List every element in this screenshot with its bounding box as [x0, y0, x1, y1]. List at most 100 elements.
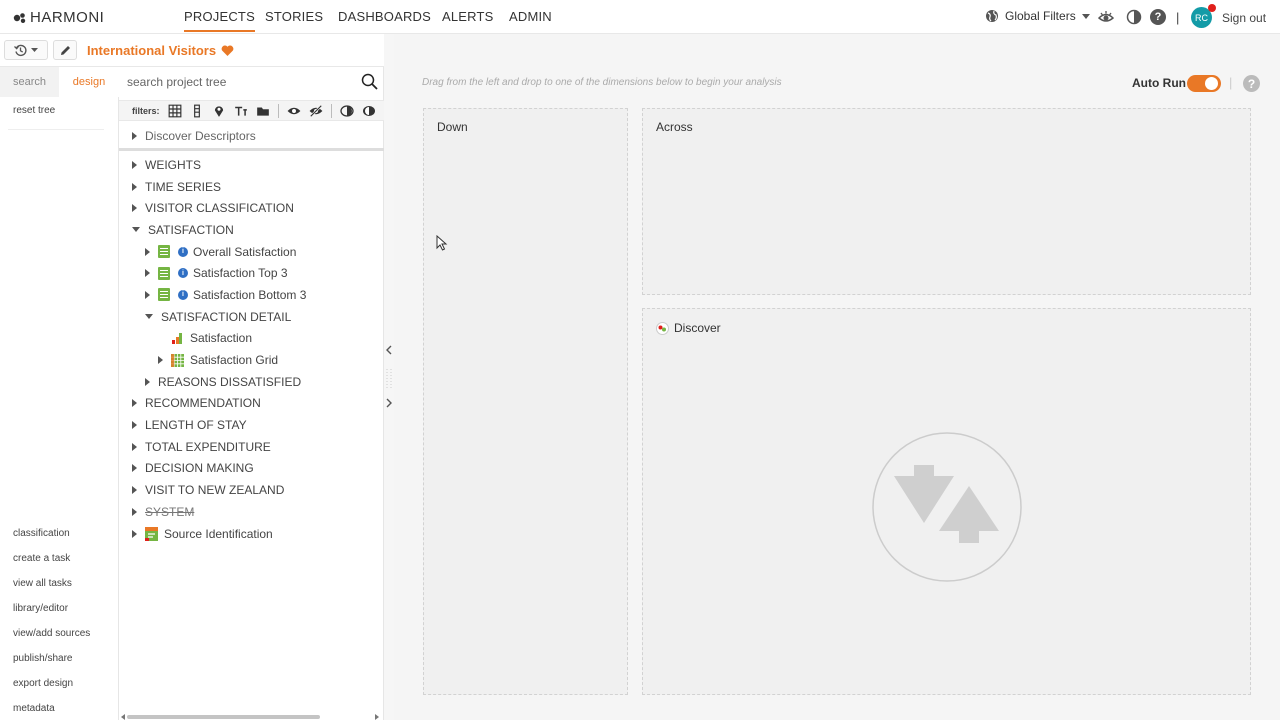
hide-icon[interactable]	[309, 104, 323, 118]
library-editor-link[interactable]: library/editor	[13, 603, 68, 614]
expand-arrow-icon[interactable]	[145, 290, 150, 299]
discover-descriptors-row[interactable]: Discover Descriptors	[119, 125, 384, 151]
help-icon[interactable]: ?	[1243, 75, 1260, 92]
help-icon[interactable]: ?	[1150, 9, 1166, 25]
discover-drop-zone[interactable]: Discover	[642, 308, 1251, 695]
view-add-sources-link[interactable]: view/add sources	[13, 628, 90, 639]
column-filter-icon[interactable]	[190, 104, 204, 118]
tree-item[interactable]: SYSTEM	[119, 501, 384, 523]
nav-projects[interactable]: PROJECTS	[184, 9, 255, 32]
folder-filter-icon[interactable]	[256, 104, 270, 118]
tree-item-label: Satisfaction	[190, 331, 253, 346]
expand-arrow-icon[interactable]	[132, 442, 137, 451]
publish-share-link[interactable]: publish/share	[13, 653, 72, 664]
tree-item[interactable]: DECISION MAKING	[119, 458, 384, 480]
expand-arrow-icon[interactable]	[145, 269, 150, 278]
tree-item[interactable]: i Satisfaction Top 3	[119, 262, 384, 284]
show-icon[interactable]	[287, 104, 301, 118]
info-icon[interactable]: i	[178, 268, 188, 279]
drag-handle-icon[interactable]	[385, 367, 393, 391]
tree-filter-bar: filters:	[119, 100, 384, 121]
expand-arrow-icon[interactable]	[132, 160, 137, 169]
toggle-half-icon[interactable]	[339, 104, 354, 118]
down-drop-zone[interactable]: Down	[423, 108, 628, 695]
expand-arrow-icon[interactable]	[145, 377, 150, 386]
expand-arrow-icon[interactable]	[132, 399, 137, 408]
tree-item[interactable]: REASONS DISSATISFIED	[119, 371, 384, 393]
expand-arrow-icon[interactable]	[132, 182, 137, 191]
tree-item-label: TOTAL EXPENDITURE	[145, 439, 271, 454]
classification-link[interactable]: classification	[13, 528, 70, 539]
edit-button[interactable]	[53, 40, 77, 60]
info-icon[interactable]: i	[178, 289, 188, 300]
expand-arrow-icon[interactable]	[145, 247, 150, 256]
expand-arrow-icon[interactable]	[132, 529, 137, 538]
document-icon	[158, 288, 170, 302]
view-all-tasks-link[interactable]: view all tasks	[13, 578, 72, 589]
expand-right-icon[interactable]	[385, 398, 393, 408]
auto-run-label: Auto Run	[1132, 76, 1186, 90]
text-filter-icon[interactable]	[234, 104, 248, 118]
topbar-separator: |	[1176, 10, 1180, 25]
tree-item[interactable]: SATISFACTION DETAIL	[119, 306, 384, 328]
contrast-icon[interactable]	[1126, 9, 1142, 25]
tree-list: WEIGHTS TIME SERIES VISITOR CLASSIFICATION…	[119, 154, 384, 544]
expand-arrow-icon[interactable]	[132, 486, 137, 495]
collapse-arrow-icon[interactable]	[145, 314, 153, 320]
collapse-left-icon[interactable]	[385, 345, 393, 355]
tree-item[interactable]: Satisfaction Grid	[119, 349, 384, 371]
search-project-tree-input[interactable]	[127, 71, 357, 93]
horizontal-scrollbar[interactable]	[127, 715, 320, 719]
collapse-arrow-icon[interactable]	[132, 227, 140, 233]
tree-item[interactable]: i Overall Satisfaction	[119, 241, 384, 263]
eye-watch-icon[interactable]	[1098, 9, 1114, 25]
project-title[interactable]: International Visitors	[87, 43, 234, 58]
document-icon	[158, 245, 170, 259]
nav-stories[interactable]: STORIES	[265, 9, 323, 24]
tree-item[interactable]: VISITOR CLASSIFICATION	[119, 197, 384, 219]
metadata-link[interactable]: metadata	[13, 703, 55, 714]
expand-arrow-icon[interactable]	[132, 464, 137, 473]
discover-icon	[656, 321, 669, 335]
globe-icon	[986, 10, 998, 22]
heart-icon[interactable]	[221, 45, 234, 57]
sign-out-link[interactable]: Sign out	[1222, 11, 1266, 25]
down-zone-label: Down	[437, 120, 468, 134]
expand-arrow-icon[interactable]	[132, 131, 137, 140]
tree-item[interactable]: LENGTH OF STAY	[119, 414, 384, 436]
tree-item[interactable]: WEIGHTS	[119, 154, 384, 176]
expand-arrow-icon[interactable]	[132, 507, 137, 516]
expand-arrow-icon[interactable]	[132, 421, 137, 430]
tab-design[interactable]: design	[59, 67, 119, 97]
tab-search[interactable]: search	[0, 67, 59, 97]
info-icon[interactable]: i	[178, 246, 188, 257]
tree-item[interactable]: TOTAL EXPENDITURE	[119, 436, 384, 458]
tree-item[interactable]: VISIT TO NEW ZEALAND	[119, 479, 384, 501]
panel-splitter[interactable]	[384, 34, 394, 720]
nav-alerts[interactable]: ALERTS	[442, 9, 494, 24]
divider	[277, 103, 279, 118]
grid-filter-icon[interactable]	[168, 104, 182, 118]
nav-admin[interactable]: ADMIN	[509, 9, 552, 24]
harmoni-logo[interactable]: HARMONI	[13, 9, 104, 26]
history-button[interactable]	[4, 40, 48, 60]
search-icon[interactable]	[361, 73, 378, 90]
toggle-full-icon[interactable]	[362, 104, 376, 118]
expand-arrow-icon[interactable]	[132, 204, 137, 213]
tree-item[interactable]: i Satisfaction Bottom 3	[119, 284, 384, 306]
notification-dot	[1208, 4, 1216, 12]
nav-dashboards[interactable]: DASHBOARDS	[338, 9, 431, 24]
tree-item[interactable]: Satisfaction	[119, 328, 384, 350]
tree-item[interactable]: TIME SERIES	[119, 176, 384, 198]
across-drop-zone[interactable]: Across	[642, 108, 1251, 295]
create-task-link[interactable]: create a task	[13, 553, 70, 564]
tree-item[interactable]: SATISFACTION	[119, 219, 384, 241]
tree-item[interactable]: Source Identification	[119, 523, 384, 545]
reset-tree-link[interactable]: reset tree	[13, 105, 55, 116]
location-pin-icon[interactable]	[212, 104, 226, 118]
expand-arrow-icon[interactable]	[158, 356, 163, 365]
tree-item[interactable]: RECOMMENDATION	[119, 393, 384, 415]
export-design-link[interactable]: export design	[13, 678, 73, 689]
global-filters-dropdown[interactable]: Global Filters	[985, 9, 1090, 23]
tree-item-label: Satisfaction Top 3	[193, 266, 288, 281]
